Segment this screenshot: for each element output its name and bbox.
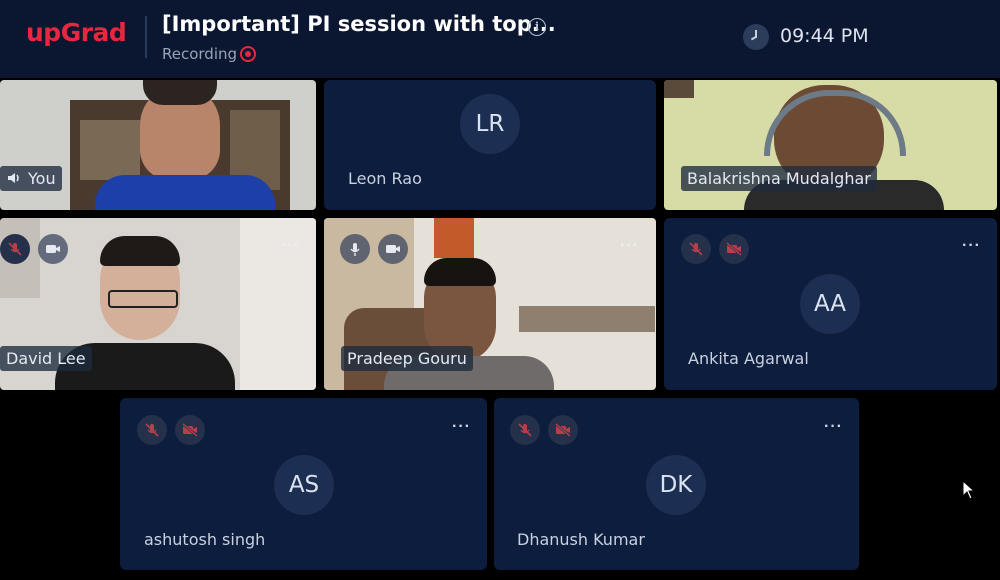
current-time: 09:44 PM <box>780 25 869 47</box>
video-background <box>434 218 474 258</box>
more-options-button[interactable]: ··· <box>962 238 984 254</box>
mic-muted-button[interactable] <box>0 234 30 264</box>
video-background <box>80 120 140 180</box>
participant-avatar: AA <box>800 274 860 334</box>
participant-name: Leon Rao <box>348 169 422 188</box>
mouse-cursor-icon <box>962 479 976 505</box>
mic-muted-button[interactable] <box>681 234 711 264</box>
participant-avatar: DK <box>646 455 706 515</box>
participant-name: You <box>28 169 56 188</box>
info-icon[interactable]: i <box>528 18 546 36</box>
participant-name-tag: You <box>0 166 62 191</box>
session-title: [Important] PI session with top... <box>162 12 556 36</box>
camera-on-button[interactable] <box>38 234 68 264</box>
speaking-icon <box>6 169 22 188</box>
participant-name: Pradeep Gouru <box>341 346 473 371</box>
participant-tile-ashutosh-singh[interactable]: ··· AS ashutosh singh <box>120 398 487 570</box>
participant-name: Dhanush Kumar <box>517 530 645 549</box>
camera-off-button[interactable] <box>719 234 749 264</box>
video-background <box>519 306 655 332</box>
participant-avatar: AS <box>274 455 334 515</box>
participant-tile-pradeep-gouru[interactable]: ··· Pradeep Gouru <box>324 218 656 390</box>
participant-name: Ankita Agarwal <box>688 349 809 368</box>
recording-label: Recording <box>162 45 238 63</box>
participant-tile-ankita-agarwal[interactable]: ··· AA Ankita Agarwal <box>664 218 997 390</box>
upgrad-logo[interactable]: upGrad <box>26 18 127 47</box>
participant-hair <box>424 258 496 286</box>
participant-avatar: LR <box>460 94 520 154</box>
participant-glasses <box>108 290 178 308</box>
more-options-button[interactable]: ··· <box>452 419 474 435</box>
participant-tile-leon-rao[interactable]: LR Leon Rao <box>324 80 656 210</box>
participant-name: David Lee <box>0 346 92 371</box>
video-background <box>240 218 316 390</box>
participant-tile-dhanush-kumar[interactable]: ··· DK Dhanush Kumar <box>494 398 859 570</box>
participant-tile-you[interactable]: You <box>0 80 316 210</box>
more-options-button[interactable]: ··· <box>824 419 846 435</box>
top-bar: upGrad [Important] PI session with top..… <box>0 0 1000 78</box>
clock-icon <box>743 24 769 50</box>
participant-headphones <box>764 90 906 156</box>
mic-muted-button[interactable] <box>510 415 540 445</box>
participant-name: ashutosh singh <box>144 530 266 549</box>
recording-icon <box>240 46 256 62</box>
more-options-button[interactable]: ··· <box>281 238 303 254</box>
video-background <box>664 80 694 98</box>
camera-off-button[interactable] <box>548 415 578 445</box>
more-options-button[interactable]: ··· <box>620 238 642 254</box>
participant-tile-david-lee[interactable]: ··· David Lee <box>0 218 316 390</box>
participant-hair <box>100 236 180 266</box>
participant-hair <box>143 80 217 105</box>
participant-tile-balakrishna-mudalghar[interactable]: Balakrishna Mudalghar <box>664 80 997 210</box>
mic-muted-button[interactable] <box>137 415 167 445</box>
participant-name: Balakrishna Mudalghar <box>681 166 877 191</box>
header-divider <box>145 16 147 58</box>
participant-body <box>95 175 275 210</box>
camera-off-button[interactable] <box>175 415 205 445</box>
camera-on-button[interactable] <box>378 234 408 264</box>
mic-on-button[interactable] <box>340 234 370 264</box>
